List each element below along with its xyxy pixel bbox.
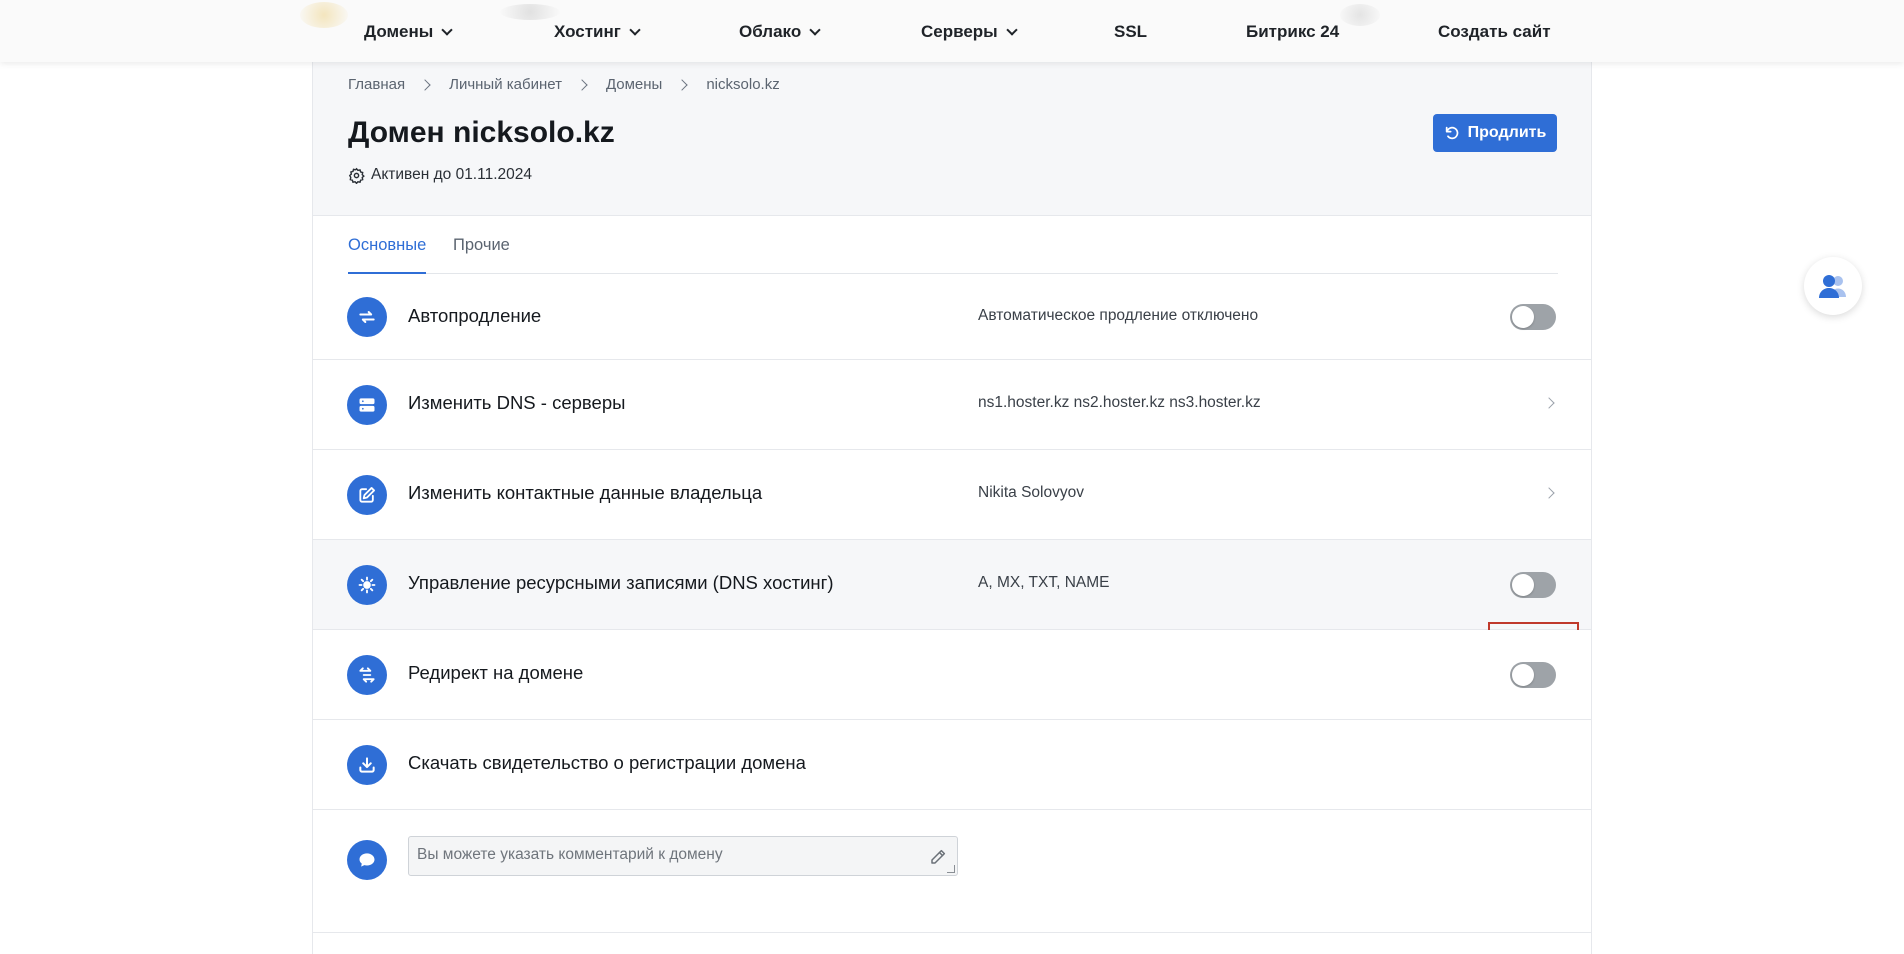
redirect-icon <box>347 655 387 695</box>
domain-header: Главная Личный кабинет Домены nicksolo.k… <box>313 62 1591 216</box>
download-icon <box>347 745 387 785</box>
refresh-arrows-icon <box>347 297 387 337</box>
support-users-button[interactable] <box>1804 257 1862 315</box>
download-certificate-label: Скачать свидетельство о регистрации доме… <box>408 752 806 773</box>
download-certificate-row[interactable]: Скачать свидетельство о регистрации доме… <box>313 720 1591 810</box>
comment-input[interactable] <box>409 837 957 875</box>
undo-icon <box>1445 126 1459 140</box>
nav-bitrix24[interactable]: Битрикс 24 <box>1246 22 1339 42</box>
comment-row <box>313 811 1591 933</box>
nav-cloud-label: Облако <box>739 22 802 41</box>
nav-servers[interactable]: Серверы <box>921 22 1018 42</box>
dns-servers-row[interactable]: Изменить DNS - серверы ns1.hoster.kz ns2… <box>313 360 1591 450</box>
chevron-down-icon <box>1006 24 1018 36</box>
renew-button[interactable]: Продлить <box>1433 114 1557 152</box>
chevron-down-icon <box>809 24 821 36</box>
chevron-right-icon <box>576 78 588 91</box>
renew-button-label: Продлить <box>1467 124 1547 141</box>
autorenew-toggle[interactable] <box>1510 304 1556 330</box>
top-navigation: Домены Хостинг Облако Серверы SSL Битрик… <box>0 0 1904 62</box>
breadcrumb-current: nicksolo.kz <box>706 76 780 93</box>
comment-field[interactable] <box>408 836 958 876</box>
edit-icon <box>347 475 387 515</box>
nav-domains-label: Домены <box>364 22 434 41</box>
redirect-label: Редирект на домене <box>408 662 584 683</box>
status-text: Активен до 01.11.2024 <box>371 166 532 183</box>
gear-icon <box>348 167 365 184</box>
nav-bitrix24-label: Битрикс 24 <box>1246 22 1340 41</box>
blurred-decoration <box>1340 4 1380 26</box>
owner-contacts-row[interactable]: Изменить контактные данные владельца Nik… <box>313 450 1591 540</box>
nav-cloud[interactable]: Облако <box>739 22 821 42</box>
breadcrumb: Главная Личный кабинет Домены nicksolo.k… <box>348 76 780 93</box>
server-icon <box>347 385 387 425</box>
users-icon <box>1819 275 1846 298</box>
redirect-toggle[interactable] <box>1510 662 1556 688</box>
toggle-knob <box>1512 574 1534 596</box>
nav-ssl-label: SSL <box>1114 22 1148 41</box>
chevron-right-icon[interactable] <box>1543 397 1555 409</box>
breadcrumb-account[interactable]: Личный кабинет <box>449 76 562 93</box>
dns-servers-value: ns1.hoster.kz ns2.hoster.kz ns3.hoster.k… <box>978 394 1261 411</box>
domain-status: Активен до 01.11.2024 <box>348 166 532 184</box>
nav-create-site[interactable]: Создать сайт <box>1438 22 1551 42</box>
autorenew-row[interactable]: Автопродление Автоматическое продление о… <box>313 274 1591 360</box>
breadcrumb-domains[interactable]: Домены <box>606 76 662 93</box>
chevron-down-icon <box>629 24 641 36</box>
nav-hosting-label: Хостинг <box>554 22 621 41</box>
chat-bubble-icon <box>347 840 387 880</box>
blurred-decoration <box>500 4 560 20</box>
redirect-row[interactable]: Редирект на домене <box>313 630 1591 720</box>
settings-sun-icon <box>347 565 387 605</box>
chevron-right-icon <box>419 78 431 91</box>
blurred-decoration <box>300 2 348 28</box>
tab-main[interactable]: Основные <box>348 216 427 274</box>
page-title: Домен nicksolo.kz <box>348 116 615 149</box>
resize-grip[interactable] <box>947 865 955 873</box>
pencil-icon <box>931 849 946 864</box>
autorenew-label: Автопродление <box>408 305 542 326</box>
nav-hosting[interactable]: Хостинг <box>554 22 641 42</box>
chevron-right-icon <box>676 78 689 91</box>
breadcrumb-home[interactable]: Главная <box>348 76 405 93</box>
chevron-right-icon[interactable] <box>1543 487 1555 499</box>
autorenew-value: Автоматическое продление отключено <box>978 307 1259 324</box>
toggle-knob <box>1512 306 1534 328</box>
owner-contacts-value: Nikita Solovyov <box>978 484 1084 501</box>
tabs: Основные Прочие <box>348 216 1558 274</box>
domain-card: Главная Личный кабинет Домены nicksolo.k… <box>312 62 1592 954</box>
nav-create-site-label: Создать сайт <box>1438 22 1551 41</box>
owner-contacts-label: Изменить контактные данные владельца <box>408 482 763 503</box>
nav-domains[interactable]: Домены <box>364 22 453 42</box>
nav-ssl[interactable]: SSL <box>1114 22 1147 42</box>
tab-other[interactable]: Прочие <box>453 216 510 274</box>
dns-hosting-value: A, MX, TXT, NAME <box>978 574 1110 591</box>
dns-hosting-label: Управление ресурсными записями (DNS хост… <box>408 572 834 593</box>
dns-hosting-row[interactable]: Управление ресурсными записями (DNS хост… <box>313 540 1591 677</box>
toggle-knob <box>1512 664 1534 686</box>
dns-hosting-toggle[interactable] <box>1510 572 1556 598</box>
chevron-down-icon <box>441 24 453 36</box>
dns-servers-label: Изменить DNS - серверы <box>408 392 626 413</box>
nav-servers-label: Серверы <box>921 22 998 41</box>
